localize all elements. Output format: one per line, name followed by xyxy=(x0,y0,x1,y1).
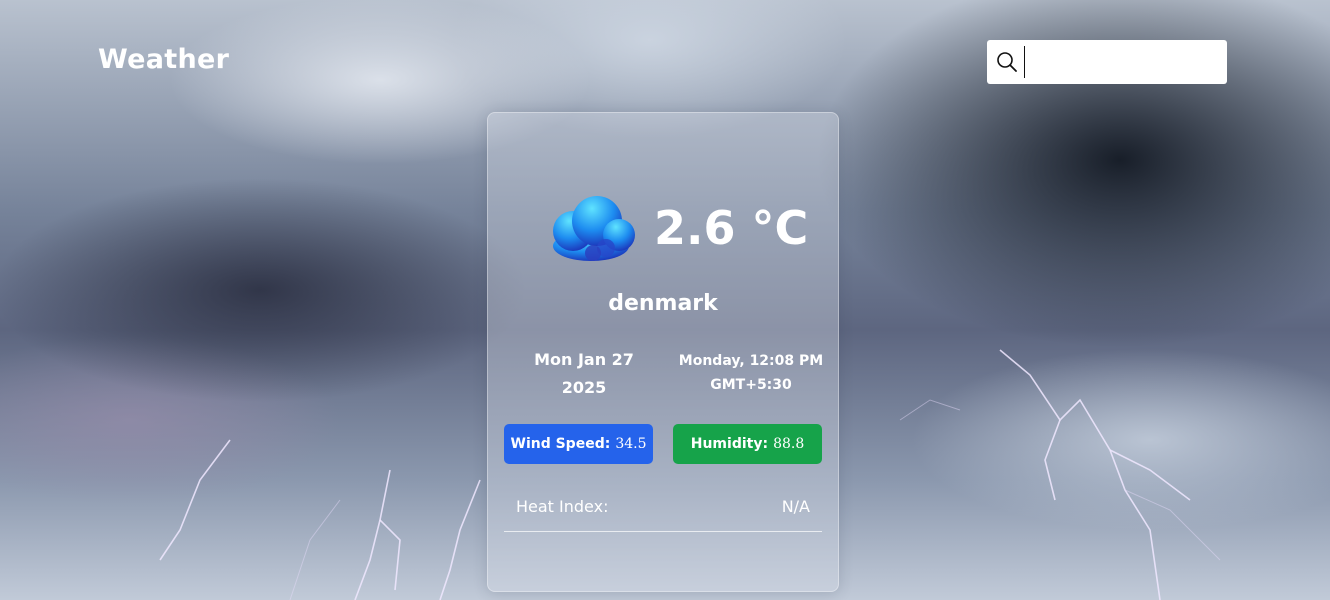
current-conditions: 2.6 °C xyxy=(544,191,808,265)
local-time: Monday, 12:08 PM GMT+5:30 xyxy=(666,349,836,397)
search-input[interactable] xyxy=(1024,46,1225,78)
cloud-icon xyxy=(553,196,635,261)
wind-speed-value: 34.5 xyxy=(615,436,647,452)
humidity-value: 88.8 xyxy=(773,436,805,452)
timezone: GMT+5:30 xyxy=(710,377,792,393)
date-year: 2025 xyxy=(561,378,607,397)
date: Mon Jan 27 2025 xyxy=(506,346,662,402)
wind-speed-badge: Wind Speed: 34.5 xyxy=(504,424,653,464)
city-name: denmark xyxy=(608,291,718,316)
heat-index-value: N/A xyxy=(781,497,810,516)
search-icon[interactable] xyxy=(996,51,1018,73)
wind-speed-label: Wind Speed: xyxy=(510,436,611,452)
temperature: 2.6 °C xyxy=(654,201,809,255)
date-day: Mon Jan 27 xyxy=(534,350,634,369)
heat-index-row: Heat Index: N/A xyxy=(504,491,822,532)
heat-index-label: Heat Index: xyxy=(516,497,609,516)
search-bar[interactable] xyxy=(987,40,1227,84)
weather-card: 2.6 °C denmark Mon Jan 27 2025 Monday, 1… xyxy=(487,112,839,592)
app-title: Weather xyxy=(98,44,230,75)
humidity-label: Humidity: xyxy=(690,436,769,452)
time-value: Monday, 12:08 PM xyxy=(678,353,824,369)
humidity-badge: Humidity: 88.8 xyxy=(673,424,822,464)
